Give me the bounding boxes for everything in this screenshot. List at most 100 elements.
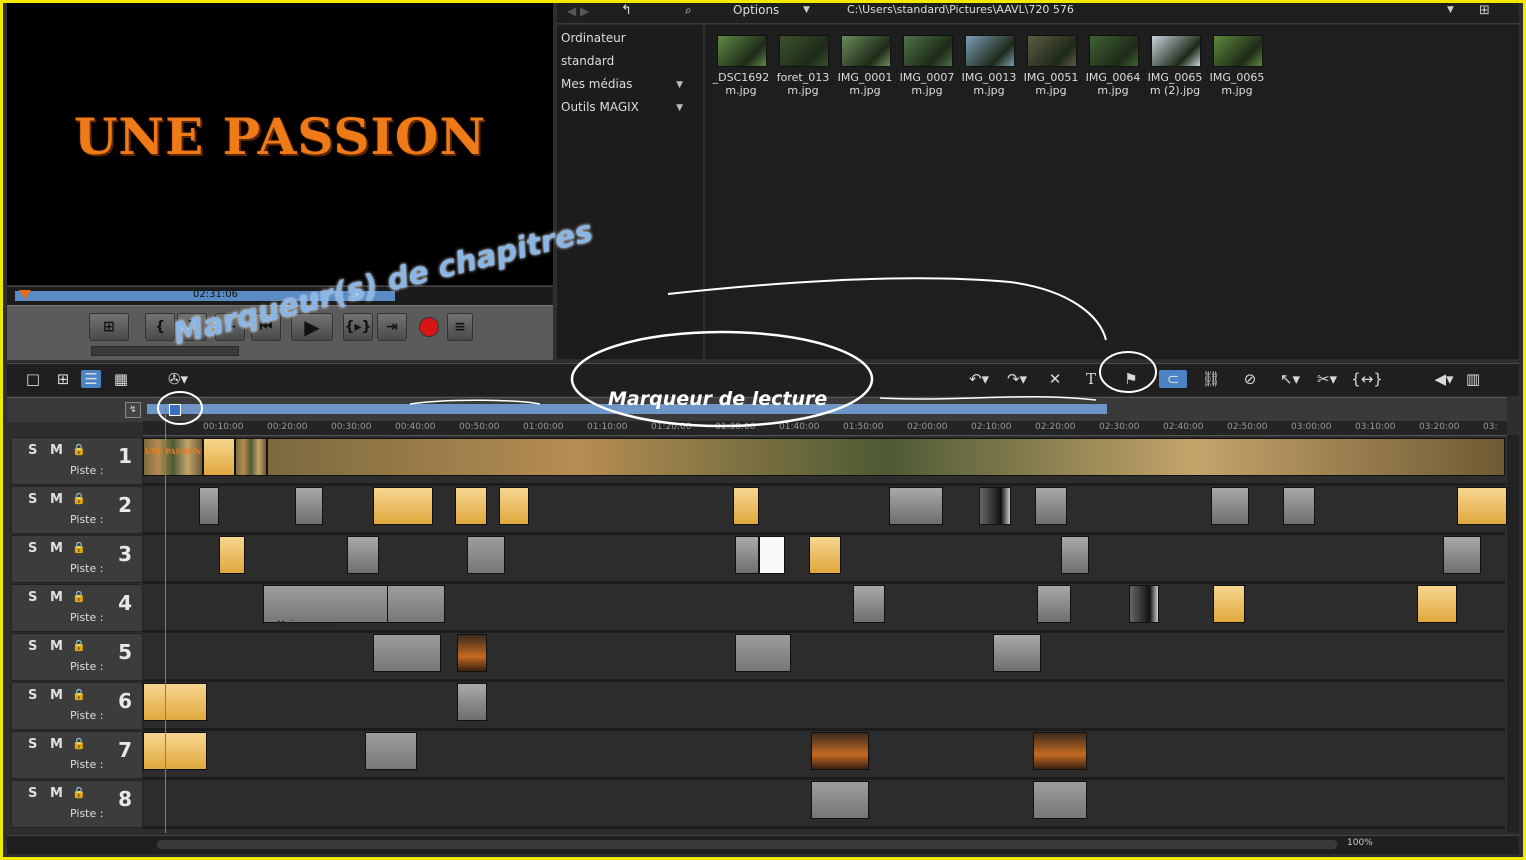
scene-overview-icon[interactable]: ▦: [111, 370, 131, 388]
up-folder-icon[interactable]: ↰: [621, 3, 632, 18]
lock-icon[interactable]: 🔒: [72, 786, 86, 799]
lock-icon[interactable]: 🔒: [72, 492, 86, 505]
scrubber-head[interactable]: [19, 290, 31, 299]
video-clip[interactable]: [295, 487, 323, 525]
video-clip[interactable]: [203, 438, 235, 476]
video-clip[interactable]: [889, 487, 943, 525]
mute-button[interactable]: M: [50, 492, 63, 507]
video-clip[interactable]: [373, 487, 433, 525]
chapter-marker-flag-icon[interactable]: [169, 404, 181, 416]
track-lane[interactable]: [143, 633, 1505, 682]
title-text-icon[interactable]: T: [1081, 370, 1101, 388]
media-thumbnail[interactable]: [717, 35, 767, 67]
media-thumbnail[interactable]: [779, 35, 829, 67]
mute-button[interactable]: M: [50, 639, 63, 654]
video-clip[interactable]: [1417, 585, 1457, 623]
video-clip[interactable]: [143, 683, 207, 721]
video-clip[interactable]: [809, 536, 841, 574]
video-clip[interactable]: [499, 487, 529, 525]
chevron-down-icon[interactable]: ▼: [676, 103, 683, 113]
snap-icon[interactable]: ⊂: [1159, 370, 1187, 388]
video-clip[interactable]: [1033, 732, 1087, 770]
solo-button[interactable]: S: [28, 786, 37, 801]
mute-button[interactable]: M: [50, 786, 63, 801]
path-dropdown-icon[interactable]: ▼: [1447, 5, 1454, 15]
video-clip[interactable]: [993, 634, 1041, 672]
play-range-button[interactable]: {▸}: [343, 313, 373, 341]
video-clip[interactable]: [735, 536, 759, 574]
video-clip[interactable]: [1061, 536, 1089, 574]
video-clip[interactable]: [1283, 487, 1315, 525]
nav-item-standard[interactable]: standard: [561, 54, 614, 68]
video-clip[interactable]: [1457, 487, 1507, 525]
razor-icon[interactable]: ✂▾: [1313, 370, 1341, 388]
view-grid-icon[interactable]: ⊞: [1479, 3, 1490, 18]
horizontal-scrollbar[interactable]: [157, 840, 1337, 849]
nav-item-computer[interactable]: Ordinateur: [561, 31, 626, 45]
mute-button[interactable]: M: [50, 688, 63, 703]
media-thumbnail[interactable]: [841, 35, 891, 67]
storyboard-view-icon[interactable]: ⊞: [53, 370, 73, 388]
video-clip[interactable]: [1035, 487, 1067, 525]
search-icon[interactable]: ⌕: [685, 3, 692, 18]
mute-button[interactable]: M: [50, 590, 63, 605]
media-thumbnail[interactable]: [1151, 35, 1201, 67]
audio-clip[interactable]: [387, 585, 445, 623]
video-clip[interactable]: [235, 438, 267, 476]
video-clip[interactable]: [811, 732, 869, 770]
video-clip[interactable]: [1443, 536, 1481, 574]
video-clip[interactable]: [1129, 585, 1159, 623]
video-clip[interactable]: [759, 536, 785, 574]
video-clip[interactable]: [457, 634, 487, 672]
options-dropdown-icon[interactable]: ▼: [803, 5, 810, 15]
video-clip[interactable]: [1211, 487, 1249, 525]
media-thumbnail[interactable]: [1089, 35, 1139, 67]
single-view-icon[interactable]: □: [23, 370, 43, 388]
chapter-marker-icon[interactable]: ⚑: [1121, 370, 1141, 388]
record-button[interactable]: [419, 317, 439, 337]
playhead-line[interactable]: [165, 407, 166, 833]
audio-clip[interactable]: [1033, 781, 1087, 819]
audio-clip[interactable]: [263, 585, 389, 623]
lock-icon[interactable]: 🔒: [72, 541, 86, 554]
audio-clip[interactable]: [365, 732, 417, 770]
media-thumbnail[interactable]: [965, 35, 1015, 67]
lock-icon[interactable]: 🔒: [72, 590, 86, 603]
nav-item-my-media[interactable]: Mes médias: [561, 77, 632, 91]
video-clip[interactable]: [733, 487, 759, 525]
vertical-scrollbar[interactable]: [1507, 435, 1519, 833]
chevron-down-icon[interactable]: ▼: [676, 80, 683, 90]
solo-button[interactable]: S: [28, 639, 37, 654]
video-clip[interactable]: [457, 683, 487, 721]
timeline-view-icon[interactable]: ☰: [81, 370, 101, 388]
mute-button[interactable]: M: [50, 541, 63, 556]
mouse-mode-icon[interactable]: ↖▾: [1275, 370, 1305, 388]
video-clip[interactable]: [219, 536, 245, 574]
undo-icon[interactable]: ↶▾: [965, 370, 993, 388]
options-menu[interactable]: Options: [733, 3, 779, 17]
track-lane[interactable]: [143, 682, 1505, 731]
nav-item-magix-tools[interactable]: Outils MAGIX: [561, 100, 639, 114]
fullscreen-button[interactable]: ⊞: [89, 313, 129, 341]
movie-reel-icon[interactable]: ✇▾: [163, 370, 193, 388]
back-forward-icon[interactable]: ◀ ▶: [567, 4, 589, 18]
transport-slider[interactable]: [91, 346, 239, 356]
audio-clip[interactable]: [467, 536, 505, 574]
mute-button[interactable]: M: [50, 443, 63, 458]
marker-settings-icon[interactable]: ↯: [125, 402, 141, 418]
menu-list-icon[interactable]: ≡: [447, 313, 473, 341]
mixer-icon[interactable]: ▥: [1463, 370, 1483, 388]
delete-icon[interactable]: ✕: [1045, 370, 1065, 388]
lock-icon[interactable]: 🔒: [72, 688, 86, 701]
mute-button[interactable]: M: [50, 737, 63, 752]
next-marker-button[interactable]: ⇥: [377, 313, 407, 341]
audio-clip[interactable]: [811, 781, 869, 819]
video-clip[interactable]: [199, 487, 219, 525]
path-field[interactable]: C:\Users\standard\Pictures\AAVL\720 576: [847, 3, 1074, 16]
zoom-level[interactable]: 100%: [1347, 838, 1373, 848]
redo-icon[interactable]: ↷▾: [1003, 370, 1031, 388]
audio-clip[interactable]: [373, 634, 441, 672]
solo-button[interactable]: S: [28, 492, 37, 507]
video-clip[interactable]: [143, 732, 207, 770]
lock-icon[interactable]: 🔒: [72, 639, 86, 652]
